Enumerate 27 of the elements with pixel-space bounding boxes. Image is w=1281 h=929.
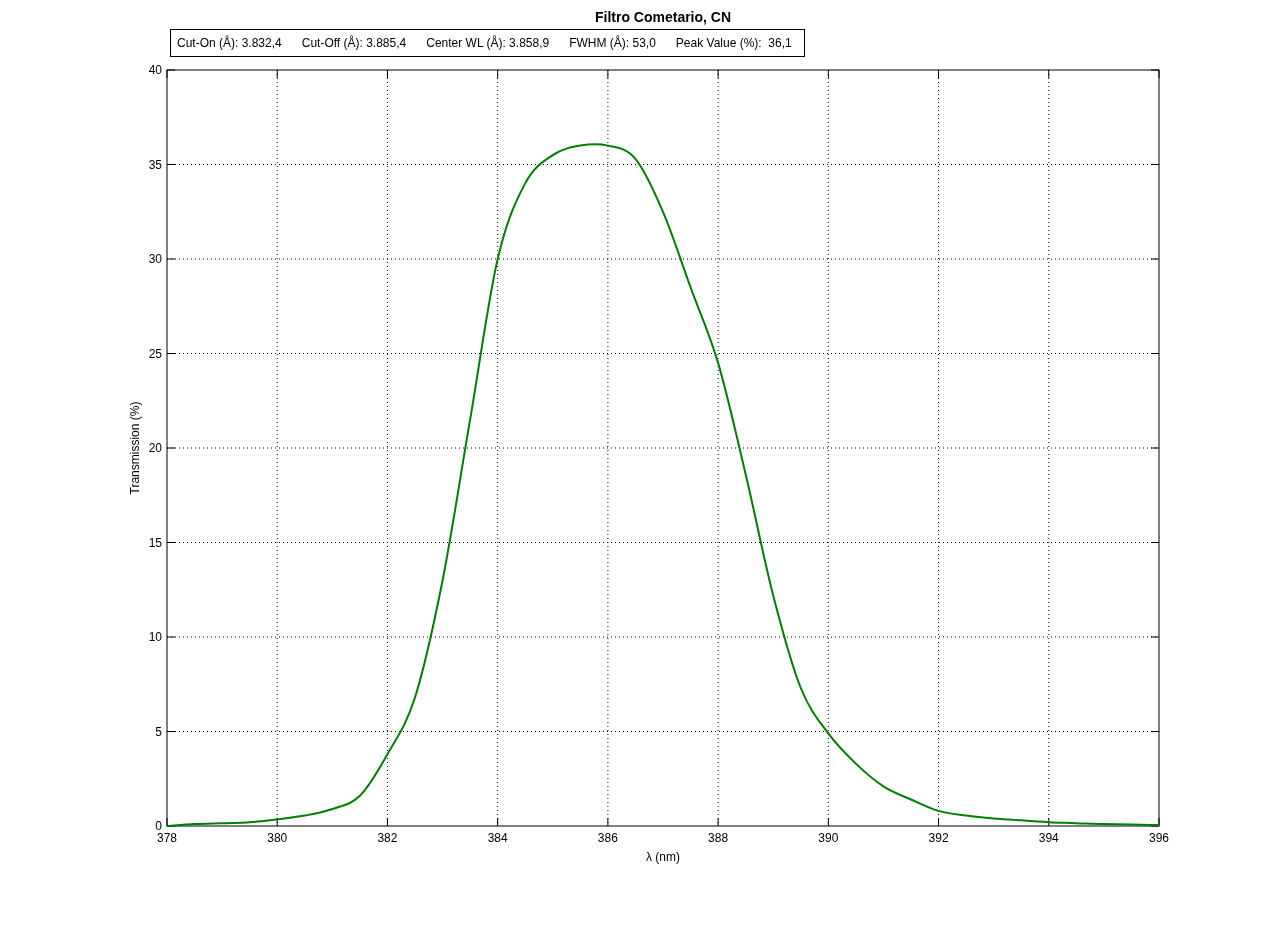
y-tick-label: 0 (155, 819, 162, 833)
y-tick-label: 40 (148, 63, 162, 77)
x-tick-label: 388 (708, 831, 729, 845)
y-tick-label: 30 (148, 252, 162, 266)
y-tick-label: 25 (148, 346, 162, 361)
y-tick-label: 35 (148, 157, 162, 172)
y-tick-label: 15 (148, 535, 162, 550)
x-tick-label: 378 (157, 831, 177, 845)
x-tick-label: 380 (267, 831, 288, 845)
stats-text: Cut-Off (Å): 3.885,4 (301, 36, 407, 50)
x-tick-label: 392 (928, 831, 949, 845)
y-tick-label: 20 (148, 441, 162, 455)
x-tick-label: 382 (377, 831, 398, 845)
x-axis-label: λ (nm) (646, 850, 680, 864)
stats-text: FWHM (Å): 53,0 (569, 36, 656, 50)
x-tick-label: 386 (597, 831, 618, 845)
y-tick-label: 5 (155, 724, 162, 739)
stats-text: Center WL (Å): 3.858,9 (426, 36, 550, 50)
x-tick-label: 384 (487, 831, 508, 845)
y-axis-label: Transmission (%) (128, 401, 142, 495)
stats-text: Cut-On (Å): 3.832,4 (177, 36, 282, 50)
chart-title: Filtro Cometario, CN (594, 8, 732, 26)
x-tick-label: 396 (1149, 831, 1169, 845)
x-tick-label: 390 (818, 831, 839, 845)
stats-text: Peak Value (%): 36,1 (675, 36, 792, 50)
x-tick-label: 394 (1038, 831, 1059, 845)
y-tick-label: 10 (148, 630, 162, 644)
